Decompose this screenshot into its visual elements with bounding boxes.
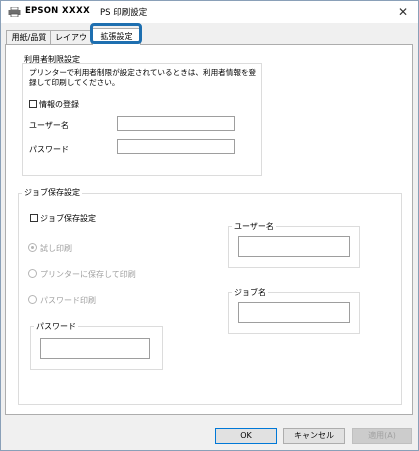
job-name-input[interactable] [238, 302, 350, 323]
tab-advanced-settings[interactable]: 拡張設定 [92, 28, 141, 45]
store-and-print-radio[interactable] [28, 269, 37, 278]
tab-paper-quality[interactable]: 用紙/品質 [6, 30, 52, 45]
proof-print-radio[interactable] [28, 243, 37, 252]
proof-print-label: 試し印刷 [40, 244, 72, 253]
apply-button[interactable]: 適用(A) [352, 428, 412, 444]
register-info-checkbox[interactable] [29, 100, 37, 108]
close-icon[interactable]: ✕ [394, 4, 412, 20]
user-limit-username-input[interactable] [117, 116, 235, 131]
ok-button[interactable]: OK [215, 428, 277, 444]
job-name-title: ジョブ名 [232, 287, 268, 298]
job-username-title: ユーザー名 [232, 221, 276, 232]
job-storage-checkbox-label: ジョブ保存設定 [40, 214, 96, 223]
tab-layout[interactable]: レイアウ [50, 30, 92, 45]
tab-panel: 利用者制限設定 プリンターで利用者制限が設定されているときは、利用者情報を登 録… [5, 44, 413, 415]
job-username-input[interactable] [238, 236, 350, 257]
password-print-radio[interactable] [28, 295, 37, 304]
print-settings-window: EPSON XXXX PS 印刷設定 ✕ 用紙/品質 レイアウ 拡張設定 利用者… [0, 0, 419, 451]
register-info-label: 情報の登録 [39, 100, 79, 109]
job-password-input[interactable] [40, 338, 150, 359]
user-limit-password-input[interactable] [117, 139, 235, 154]
window-title: PS 印刷設定 [100, 8, 148, 18]
title-bar: EPSON XXXX PS 印刷設定 ✕ [1, 1, 418, 23]
window-title-model: XXXX [62, 6, 91, 16]
user-limit-password-label: パスワード [29, 145, 69, 154]
printer-icon [8, 7, 21, 17]
cancel-button[interactable]: キャンセル [283, 428, 345, 444]
window-title-brand: EPSON [25, 6, 59, 16]
password-print-label: パスワード印刷 [40, 296, 96, 305]
job-storage-checkbox[interactable] [30, 214, 38, 222]
user-limit-username-label: ユーザー名 [29, 121, 69, 130]
store-and-print-label: プリンターに保存して印刷 [40, 270, 136, 279]
job-password-title: パスワード [34, 321, 78, 332]
user-limit-description-2: 録して印刷してください。 [29, 78, 120, 87]
job-storage-title: ジョブ保存設定 [22, 187, 82, 198]
